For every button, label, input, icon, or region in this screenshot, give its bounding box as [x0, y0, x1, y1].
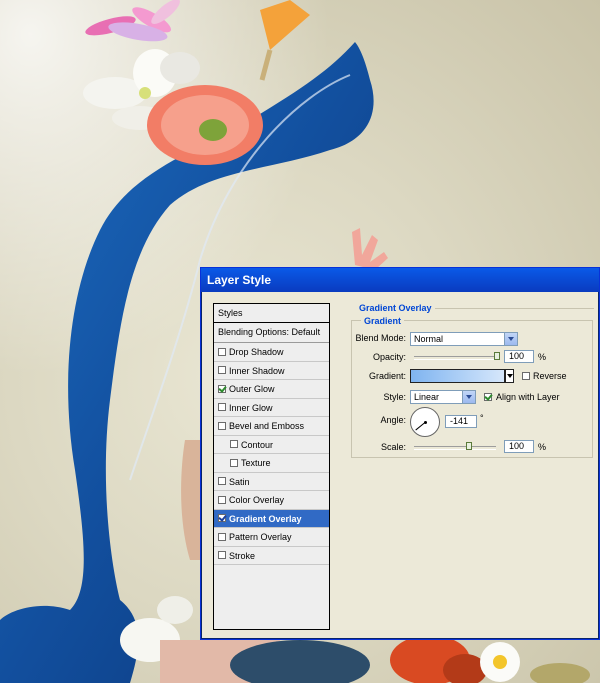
opacity-label: Opacity:: [372, 352, 406, 362]
style-label: Style:: [383, 392, 406, 402]
style-item-label: Satin: [229, 476, 250, 487]
style-checkbox[interactable]: [218, 495, 226, 504]
style-item-label: Contour: [241, 439, 274, 450]
style-checkbox[interactable]: [218, 514, 226, 523]
style-checkbox[interactable]: [218, 477, 226, 486]
angle-input[interactable]: -141: [445, 415, 477, 428]
gradient-dropdown-arrow[interactable]: [505, 369, 514, 383]
style-item-label: Outer Glow: [229, 384, 275, 394]
gradient-overlay-panel: Gradient Overlay Gradient Blend Mode: No…: [346, 303, 596, 628]
style-item-stroke[interactable]: Stroke: [214, 547, 329, 565]
scale-percent: %: [538, 442, 547, 452]
style-item-outer-glow[interactable]: Outer Glow: [214, 380, 329, 399]
style-checkbox[interactable]: [218, 347, 226, 356]
reverse-checkbox[interactable]: [522, 372, 530, 380]
angle-dial[interactable]: [410, 407, 440, 437]
gradient-swatch[interactable]: [410, 369, 505, 383]
layer-style-dialog: Layer Style Styles Blending Options: Def…: [200, 267, 600, 640]
opacity-percent: %: [538, 352, 547, 362]
scale-input[interactable]: 100: [504, 440, 534, 453]
style-item-label: Gradient Overlay: [229, 513, 302, 524]
style-checkbox[interactable]: [218, 551, 226, 560]
dialog-title: Layer Style: [207, 273, 272, 287]
style-item-label: Inner Glow: [229, 402, 273, 413]
blend-mode-value: Normal: [414, 334, 444, 344]
style-checkbox[interactable]: [218, 421, 226, 430]
style-value: Linear: [414, 392, 440, 402]
style-item-drop-shadow[interactable]: Drop Shadow: [214, 343, 329, 362]
style-item-contour[interactable]: Contour: [214, 436, 329, 454]
style-item-texture[interactable]: Texture: [214, 454, 329, 473]
angle-degree: °: [480, 413, 484, 423]
style-checkbox[interactable]: [218, 366, 226, 375]
opacity-input[interactable]: 100: [504, 350, 534, 363]
scale-label: Scale:: [380, 442, 406, 452]
style-item-label: Pattern Overlay: [229, 532, 292, 542]
style-item-bevel-and-emboss[interactable]: Bevel and Emboss: [214, 417, 329, 436]
scale-slider-track[interactable]: [414, 446, 496, 450]
chevron-down-icon[interactable]: [504, 333, 517, 345]
style-item-label: Color Overlay: [229, 495, 285, 505]
style-item-satin[interactable]: Satin: [214, 473, 329, 491]
style-item-inner-glow[interactable]: Inner Glow: [214, 399, 329, 417]
blend-mode-select[interactable]: Normal: [410, 332, 518, 346]
style-item-pattern-overlay[interactable]: Pattern Overlay: [214, 528, 329, 547]
chevron-down-icon[interactable]: [462, 391, 475, 403]
style-item-inner-shadow[interactable]: Inner Shadow: [214, 362, 329, 380]
angle-label: Angle:: [380, 415, 406, 425]
group-title: Gradient: [361, 316, 405, 326]
style-checkbox[interactable]: [218, 403, 226, 412]
style-item-color-overlay[interactable]: Color Overlay: [214, 491, 329, 510]
style-select[interactable]: Linear: [410, 390, 476, 404]
style-item-label: Drop Shadow: [229, 347, 284, 357]
dialog-titlebar[interactable]: Layer Style: [201, 268, 599, 292]
opacity-slider-track[interactable]: [414, 356, 499, 360]
style-checkbox[interactable]: [218, 532, 226, 541]
style-checkbox[interactable]: [230, 440, 238, 449]
style-checkbox[interactable]: [218, 384, 226, 393]
reverse-label: Reverse: [533, 371, 567, 381]
section-title: Gradient Overlay: [356, 303, 435, 313]
style-item-gradient-overlay[interactable]: Gradient Overlay: [214, 509, 329, 528]
style-item-label: Stroke: [229, 550, 256, 561]
style-checkbox[interactable]: [230, 458, 238, 467]
blend-mode-label: Blend Mode:: [355, 333, 406, 343]
align-with-layer-checkbox[interactable]: [484, 393, 492, 401]
align-with-layer-label: Align with Layer: [496, 392, 560, 402]
opacity-slider-thumb[interactable]: [494, 352, 500, 360]
style-item-label: Inner Shadow: [229, 365, 285, 376]
gerbera-flower: [147, 85, 263, 165]
style-item-label: Bevel and Emboss: [229, 421, 305, 431]
styles-list: Styles Blending Options: Default Drop Sh…: [213, 303, 330, 630]
gradient-label: Gradient:: [368, 371, 406, 381]
styles-header[interactable]: Styles: [214, 304, 329, 323]
blending-options[interactable]: Blending Options: Default: [214, 323, 329, 343]
scale-slider-thumb[interactable]: [465, 442, 472, 450]
style-item-label: Texture: [241, 458, 271, 468]
